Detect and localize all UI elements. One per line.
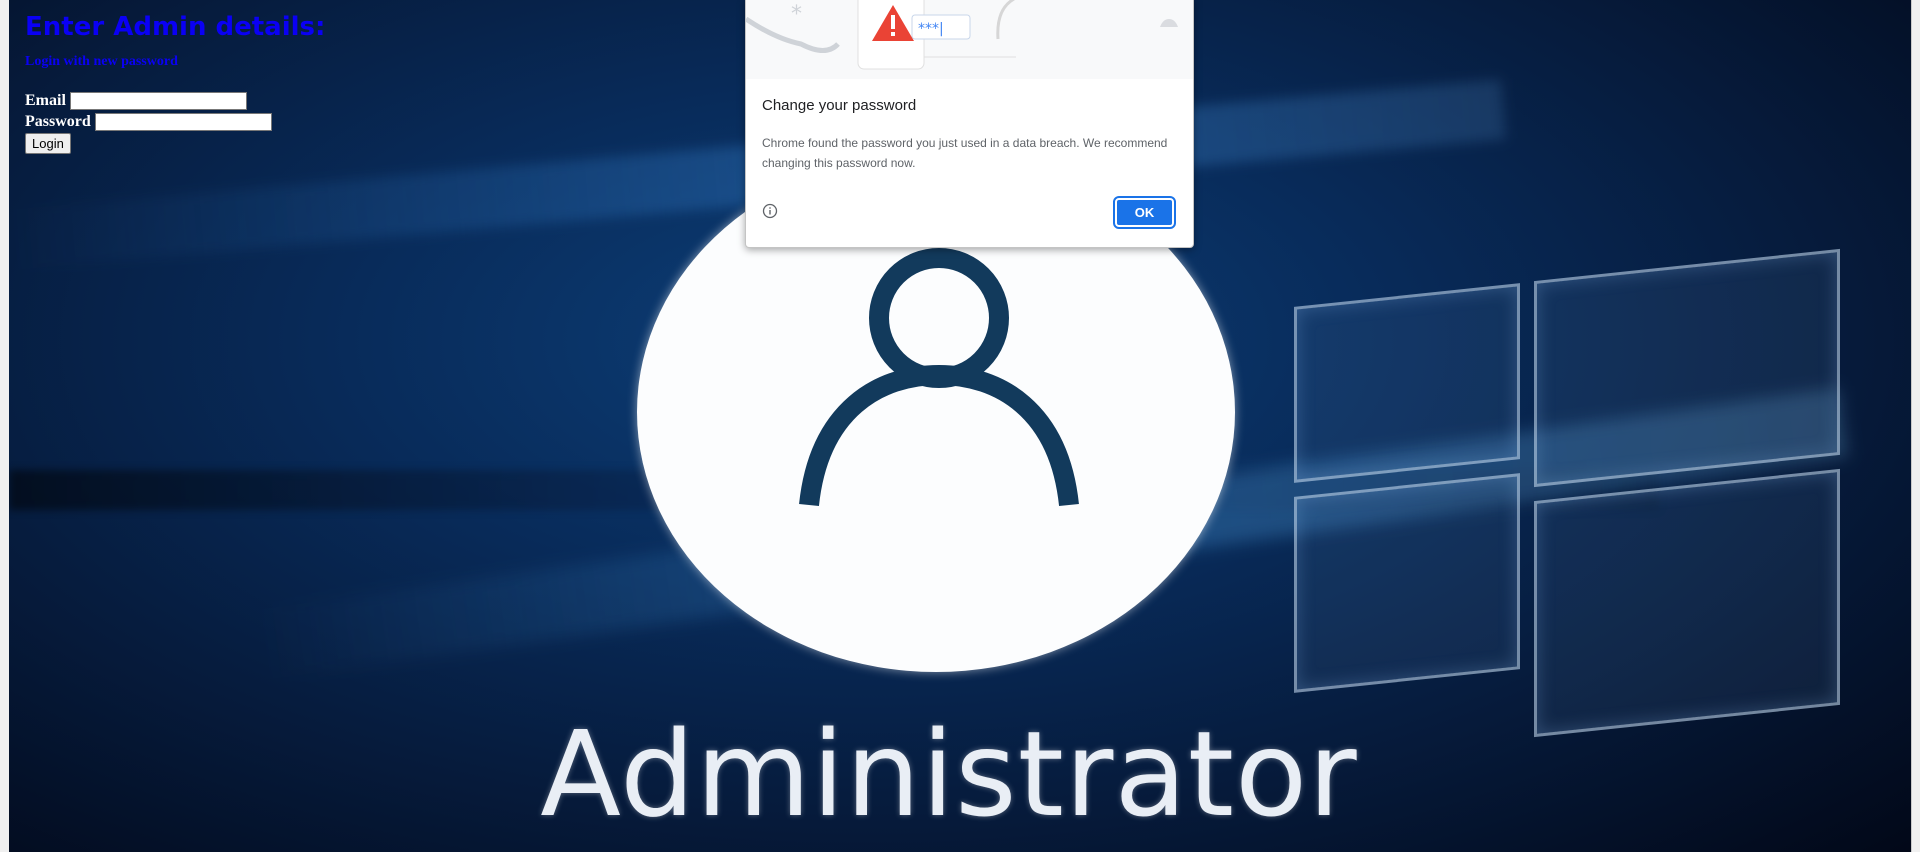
password-mask-text: ***| bbox=[918, 21, 944, 37]
password-row: Password bbox=[25, 111, 325, 132]
dialog-message: Chrome found the password you just used … bbox=[762, 136, 1168, 170]
ok-button[interactable]: OK bbox=[1113, 196, 1176, 229]
svg-text:*: * bbox=[791, 2, 802, 27]
email-input[interactable] bbox=[69, 91, 247, 110]
page-heading: Enter Admin details: bbox=[25, 12, 326, 42]
page-viewport: Administrator Enter Admin details: Login… bbox=[9, 0, 1912, 852]
password-input[interactable] bbox=[94, 112, 272, 131]
info-icon[interactable] bbox=[762, 203, 778, 219]
change-password-dialog: * ***| Change your password Chrome found… bbox=[745, 0, 1194, 248]
dialog-title: Change your password bbox=[762, 97, 917, 114]
administrator-name: Administrator bbox=[540, 705, 1358, 843]
password-label: Password bbox=[25, 112, 91, 130]
login-subheading: Login with new password bbox=[25, 54, 178, 69]
dialog-illustration: * ***| bbox=[746, 0, 1193, 79]
breach-illustration: * ***| bbox=[746, 0, 1178, 70]
login-button[interactable]: Login bbox=[25, 133, 71, 154]
email-row: Email bbox=[25, 90, 325, 111]
window-right-border bbox=[1911, 0, 1920, 852]
email-label: Email bbox=[25, 91, 66, 109]
windows-logo-icon bbox=[1294, 235, 1854, 745]
user-avatar-icon bbox=[799, 248, 1079, 507]
login-form: Enter Admin details: Login with new pass… bbox=[25, 12, 325, 154]
